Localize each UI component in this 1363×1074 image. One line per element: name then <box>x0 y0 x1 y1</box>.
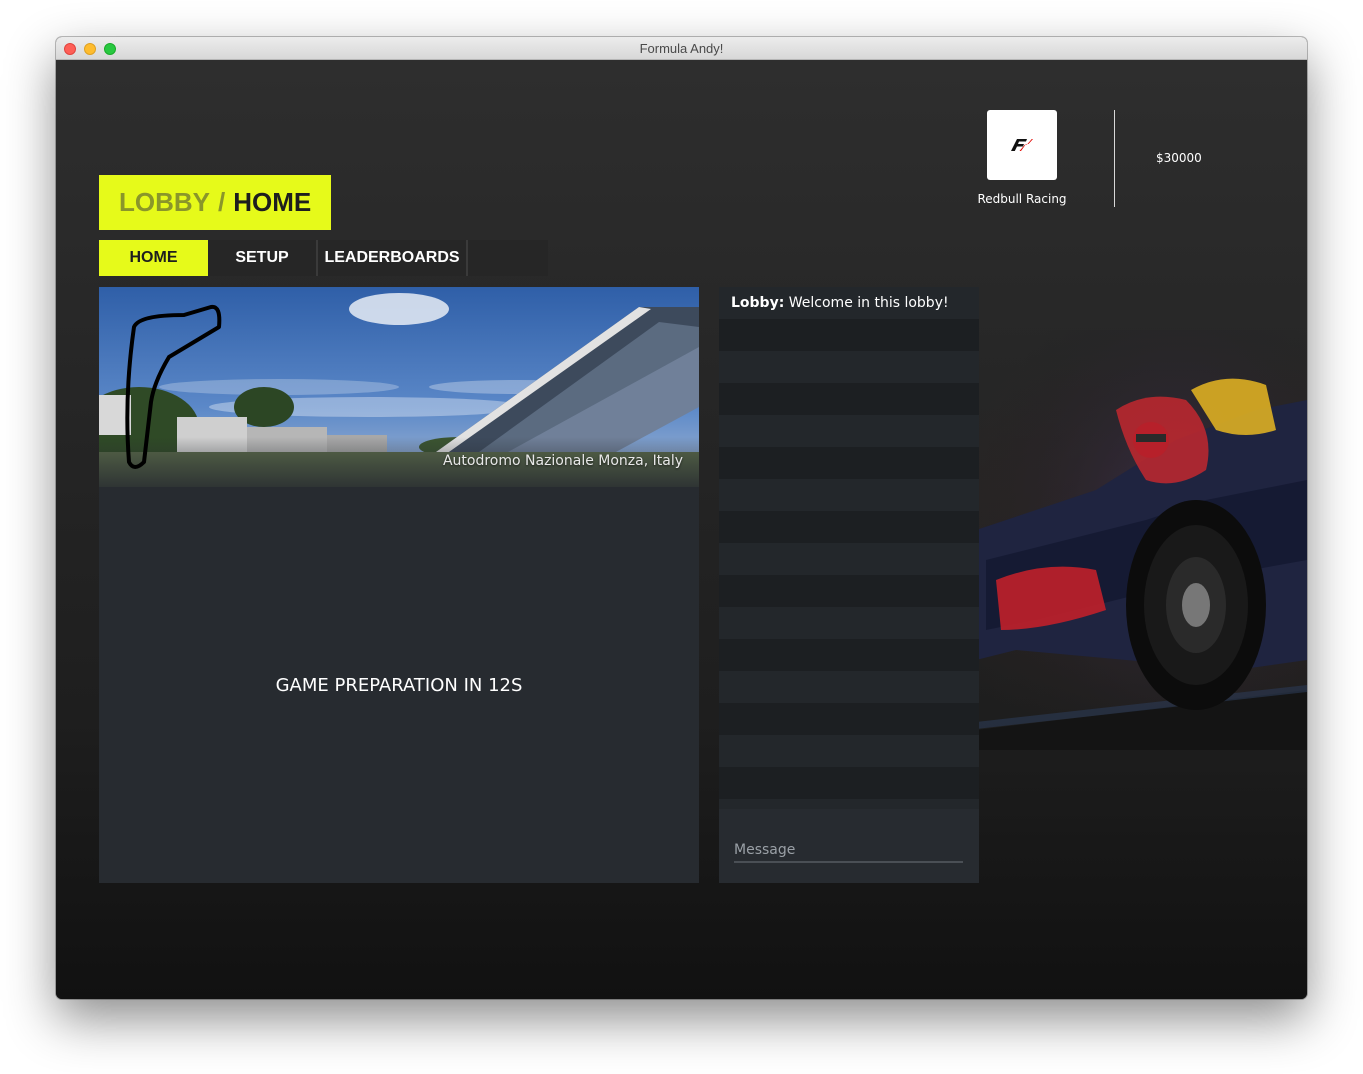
team-name: Redbull Racing <box>977 192 1067 206</box>
chat-row <box>719 735 979 767</box>
chat-input-area <box>719 809 979 883</box>
breadcrumb-home: HOME <box>233 187 312 217</box>
tab-home[interactable]: HOME <box>99 240 208 276</box>
message-input[interactable] <box>734 839 963 863</box>
chat-panel: Lobby: Welcome in this lobby! <box>719 287 979 883</box>
chat-message-text: Welcome in this lobby! <box>788 295 949 311</box>
chat-log <box>719 287 979 831</box>
tab-setup[interactable]: SETUP <box>208 240 318 276</box>
tab-empty <box>468 240 548 276</box>
chat-row <box>719 479 979 511</box>
breadcrumb-lobby[interactable]: LOBBY <box>119 187 210 218</box>
track-name: Autodromo Nazionale Monza, Italy <box>442 453 683 469</box>
countdown-status: GAME PREPARATION IN 12S <box>275 675 523 696</box>
chat-row <box>719 767 979 799</box>
app-content: LOBBY / HOME HOME SETUP LEADERBOARDS Red… <box>56 60 1307 999</box>
chat-row <box>719 319 979 351</box>
chat-row <box>719 383 979 415</box>
team-profile[interactable]: Redbull Racing <box>976 110 1068 206</box>
chat-message: Lobby: Welcome in this lobby! <box>731 295 949 311</box>
tab-bar: HOME SETUP LEADERBOARDS <box>99 240 548 276</box>
team-logo[interactable] <box>987 110 1057 180</box>
chat-row <box>719 575 979 607</box>
tab-leaderboards[interactable]: LEADERBOARDS <box>318 240 468 276</box>
balance: $30000 <box>1156 151 1202 165</box>
chat-row <box>719 607 979 639</box>
title-bar: Formula Andy! <box>56 37 1307 60</box>
racecar-background-image <box>976 330 1307 750</box>
app-window: Formula Andy! LOBBY / HOME HOME SETUP LE… <box>56 37 1307 999</box>
page-title: LOBBY / HOME <box>99 175 332 230</box>
breadcrumb-separator: / <box>218 187 226 217</box>
chat-row <box>719 447 979 479</box>
chat-row <box>719 511 979 543</box>
chat-message-sender: Lobby: <box>731 295 785 311</box>
chat-row <box>719 703 979 735</box>
chat-row <box>719 639 979 671</box>
header-divider <box>1114 110 1115 207</box>
chat-row <box>719 415 979 447</box>
window-title: Formula Andy! <box>639 41 724 56</box>
chat-row <box>719 671 979 703</box>
f1-logo-icon <box>1011 139 1033 151</box>
lobby-main-panel: Autodromo Nazionale Monza, Italy GAME PR… <box>99 287 699 883</box>
chat-row <box>719 351 979 383</box>
chat-row <box>719 543 979 575</box>
